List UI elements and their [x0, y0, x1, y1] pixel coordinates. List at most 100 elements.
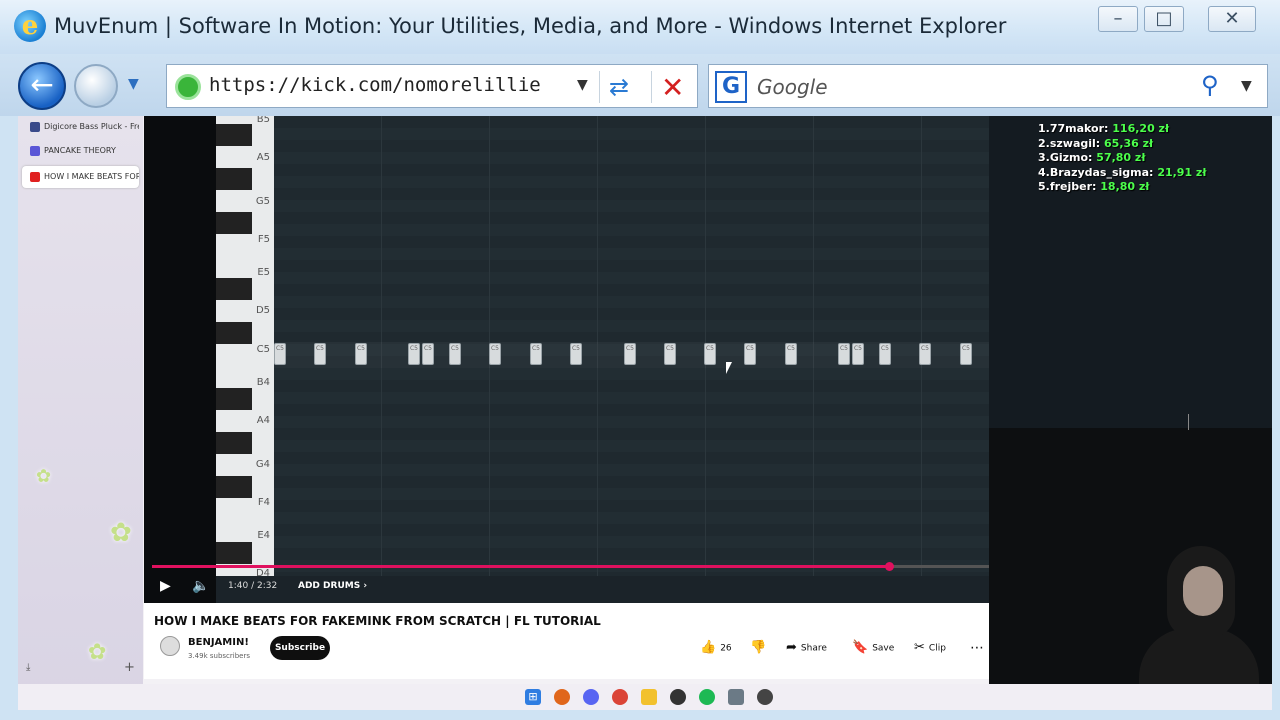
black-key: [216, 212, 252, 234]
stop-icon[interactable]: ✕: [661, 71, 684, 104]
subscriber-count: 3.49k subscribers: [188, 652, 250, 660]
midi-note: C5: [449, 343, 461, 365]
donor-entry: 2.szwagil: 65,36 zł: [1038, 137, 1206, 152]
save-label: Save: [872, 643, 895, 654]
donor-amount: 18,80 zł: [1100, 180, 1150, 193]
black-key: [216, 432, 252, 454]
piano-label: F5: [257, 234, 270, 245]
piano-label: C5: [256, 344, 270, 355]
dislike-button[interactable]: 👎: [750, 639, 770, 657]
piano-label: A5: [256, 152, 270, 163]
donation-leaderboard: 1.77makor: 116,20 zł 2.szwagil: 65,36 zł…: [1038, 122, 1206, 195]
folder-icon[interactable]: [641, 689, 657, 705]
windows-icon[interactable]: ⊞: [525, 689, 541, 705]
new-tab-icon[interactable]: +: [124, 660, 135, 675]
scissors-icon: ✂: [914, 640, 925, 655]
piano-label: E5: [257, 267, 270, 278]
donor-name: 2.szwagil:: [1038, 136, 1101, 150]
forward-button[interactable]: [74, 64, 118, 108]
volume-icon[interactable]: 🔈: [192, 578, 209, 594]
thumbs-up-icon: 👍: [700, 640, 717, 655]
tab-label: HOW I MAKE BEATS FOR: [44, 172, 139, 181]
piano-keys: B5 A5 G5 F5 E5 D5 C5 B4 A4 G4 F4 E4 D4: [216, 116, 274, 579]
chapter-button[interactable]: ADD DRUMS ›: [298, 581, 367, 591]
search-input[interactable]: Google: [757, 75, 828, 99]
maximize-button[interactable]: □: [1144, 6, 1184, 32]
piano-label: A4: [256, 415, 270, 426]
more-actions-button[interactable]: ⋯: [970, 639, 984, 657]
tab-digicore[interactable]: Digicore Bass Pluck - Fre: [22, 116, 139, 138]
black-key: [216, 388, 252, 410]
site-icon: [175, 74, 201, 100]
midi-note: C5: [852, 343, 864, 365]
tab-favicon-icon: [30, 122, 40, 132]
progress-bar[interactable]: [152, 562, 989, 571]
search-icon[interactable]: ⚲: [1201, 71, 1219, 99]
avatar[interactable]: [160, 636, 180, 656]
subscribe-button[interactable]: Subscribe: [270, 636, 330, 660]
piano-label: D4: [255, 568, 270, 579]
minimize-button[interactable]: –: [1098, 6, 1138, 32]
midi-note: C5: [314, 343, 326, 365]
donor-name: 4.Brazydas_sigma:: [1038, 165, 1154, 179]
chrome-icon[interactable]: [612, 689, 628, 705]
piano-roll: C5 C5 C5 C5 C5 C5 C5 C5 C5 C5 C5 C5 C5 C…: [274, 116, 989, 576]
midi-note: C5: [355, 343, 367, 365]
black-key: [216, 278, 252, 300]
download-icon[interactable]: ⤓: [26, 662, 30, 673]
piano-label: G5: [255, 196, 270, 207]
video-title: HOW I MAKE BEATS FOR FAKEMINK FROM SCRAT…: [154, 614, 601, 628]
play-icon[interactable]: ▶: [160, 578, 171, 594]
search-box[interactable]: G Google ⚲ ▼: [708, 64, 1268, 108]
donor-amount: 65,36 zł: [1104, 136, 1154, 150]
google-icon: G: [715, 71, 747, 103]
clip-button[interactable]: ✂ Clip: [914, 639, 946, 657]
tab-label: Digicore Bass Pluck - Fre: [44, 122, 139, 131]
black-key: [216, 542, 252, 564]
black-key: [216, 322, 252, 344]
piano-label: D5: [255, 305, 270, 316]
address-input[interactable]: https://kick.com/nomorelillie: [209, 74, 541, 96]
donor-name: 3.Gizmo:: [1038, 151, 1093, 164]
tab-pancake-theory[interactable]: PANCAKE THEORY: [22, 140, 139, 162]
refresh-icon[interactable]: ⇄: [609, 73, 629, 101]
app-icon[interactable]: [757, 689, 773, 705]
progress-scrubber[interactable]: [884, 562, 894, 571]
midi-note: C5: [489, 343, 501, 365]
donor-entry: 1.77makor: 116,20 zł: [1038, 122, 1206, 137]
obs-icon[interactable]: [670, 689, 686, 705]
firefox-icon[interactable]: [554, 689, 570, 705]
share-button[interactable]: ➦ Share: [786, 639, 827, 657]
discord-icon[interactable]: [583, 689, 599, 705]
flower-decoration-icon: ✿: [110, 518, 132, 548]
youtube-icon: [30, 172, 40, 182]
address-dropdown-icon[interactable]: ▼: [577, 77, 588, 93]
channel-name[interactable]: BENJAMIN!: [188, 637, 249, 648]
midi-note: C5: [570, 343, 582, 365]
like-button[interactable]: 👍 26: [700, 639, 732, 657]
piano-label: B4: [256, 377, 270, 388]
video-player[interactable]: B5 A5 G5 F5 E5 D5 C5 B4 A4 G4 F4 E4 D4 C…: [144, 116, 989, 603]
thumbs-down-icon: 👎: [750, 640, 767, 655]
history-dropdown-icon[interactable]: ▼: [128, 76, 139, 92]
search-dropdown-icon[interactable]: ▼: [1241, 78, 1252, 94]
divider: [599, 71, 600, 103]
spotify-icon[interactable]: [699, 689, 715, 705]
navigation-bar: ← ▼ https://kick.com/nomorelillie ▼ ⇄ ✕ …: [0, 54, 1280, 116]
flower-decoration-icon: ✿: [88, 640, 107, 665]
tab-how-i-make-beats[interactable]: HOW I MAKE BEATS FOR: [22, 166, 139, 188]
internet-explorer-icon: e: [14, 10, 46, 42]
black-key: [216, 476, 252, 498]
clip-label: Clip: [928, 643, 946, 654]
black-key: [216, 124, 252, 146]
save-button[interactable]: 🔖 Save: [852, 639, 894, 657]
share-label: Share: [800, 643, 827, 654]
midi-note: C5: [919, 343, 931, 365]
donor-entry: 5.frejber: 18,80 zł: [1038, 180, 1206, 195]
back-button[interactable]: ←: [18, 62, 66, 110]
address-bar[interactable]: https://kick.com/nomorelillie ▼ ⇄ ✕: [166, 64, 698, 108]
like-count: 26: [720, 643, 732, 654]
window-title: MuvEnum | Software In Motion: Your Utili…: [54, 14, 1007, 38]
close-button[interactable]: ✕: [1208, 6, 1256, 32]
calculator-icon[interactable]: [728, 689, 744, 705]
